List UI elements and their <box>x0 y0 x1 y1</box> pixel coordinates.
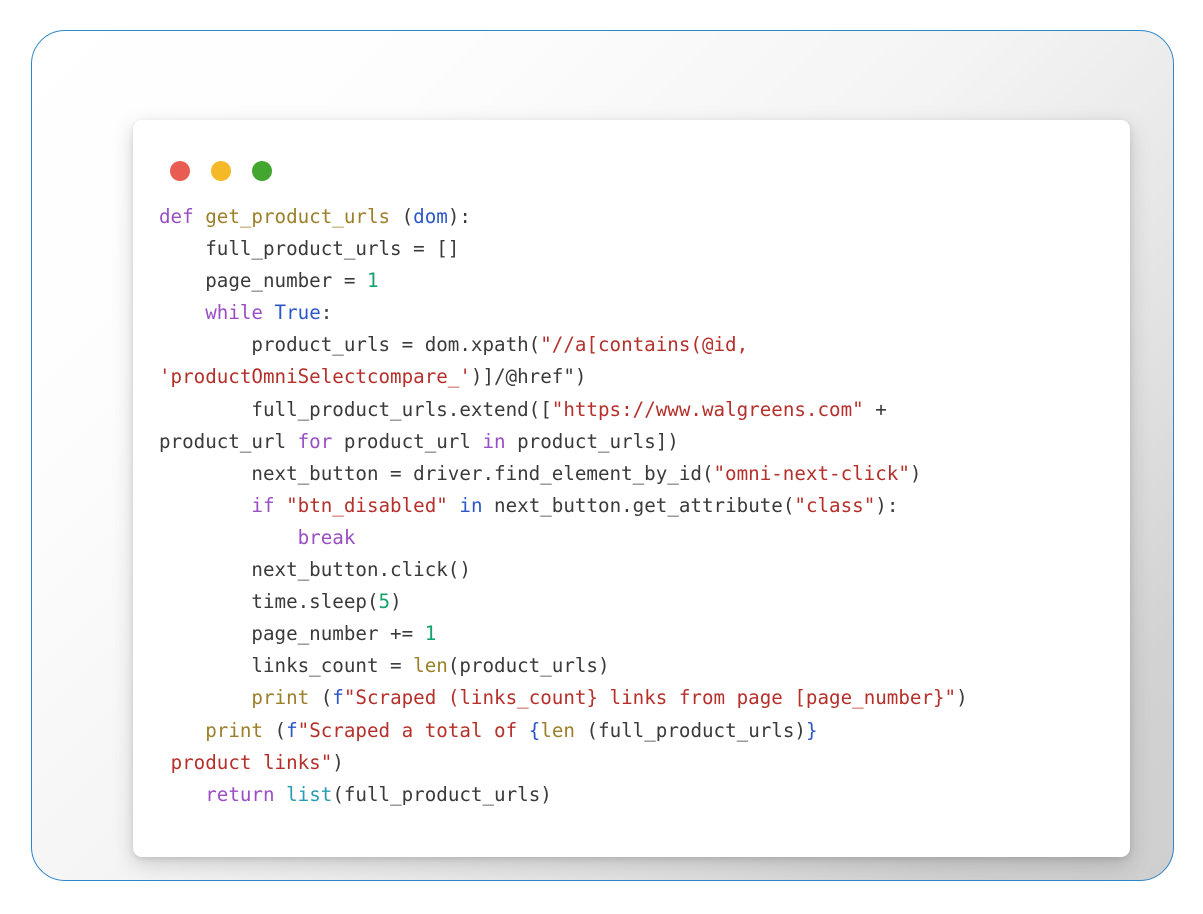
code-body: def get_product_urls (dom): full_product… <box>133 201 1130 811</box>
outer-frame: def get_product_urls (dom): full_product… <box>31 30 1174 881</box>
code-token: ( <box>309 686 333 710</box>
code-token: next_button.click() <box>159 558 471 582</box>
code-token: get_product_urls <box>205 205 391 228</box>
code-token: while <box>205 301 263 325</box>
code-token: "Scraped a total of <box>297 718 529 742</box>
code-token: product_url <box>332 429 483 453</box>
code-token: : <box>320 301 333 325</box>
code-token: "class" <box>794 493 876 517</box>
code-token: f <box>286 718 298 742</box>
code-token: in <box>482 429 506 453</box>
code-token: } <box>805 718 818 742</box>
code-token: True <box>274 301 321 325</box>
code-token: "//a[contains(@id, <box>540 333 749 357</box>
code-token: def <box>159 205 194 228</box>
code-token: product links" <box>159 750 333 774</box>
code-token: full_product_urls.extend([ <box>159 397 552 421</box>
code-token: + <box>863 397 887 421</box>
screenshot-stage: def get_product_urls (dom): full_product… <box>0 0 1203 914</box>
code-token: list <box>286 782 333 806</box>
code-token: in <box>459 493 483 517</box>
code-block[interactable]: def get_product_urls (dom): full_product… <box>159 201 1120 811</box>
code-token: print <box>205 718 263 742</box>
code-token: "btn_disabled" <box>286 493 448 517</box>
code-token: full_product_urls = [] <box>159 237 460 261</box>
code-token: len <box>540 718 575 742</box>
code-token: )]/@href") <box>470 365 587 389</box>
minimize-dot[interactable] <box>211 161 231 181</box>
code-token: 'productOmniSelectcompare_' <box>159 365 471 389</box>
code-token: for <box>297 429 333 453</box>
code-token: ( <box>390 205 414 228</box>
code-token: ): <box>875 493 899 517</box>
code-token: (full_product_urls) <box>332 782 552 806</box>
code-token: ) <box>332 750 344 774</box>
maximize-dot[interactable] <box>252 161 272 181</box>
code-token: { <box>528 718 541 742</box>
code-token: return <box>205 782 275 806</box>
code-token: dom <box>413 205 448 228</box>
code-token: ) <box>956 686 968 710</box>
code-token: print <box>251 686 310 710</box>
code-token: links_count = <box>159 654 414 678</box>
code-token: (product_urls) <box>447 654 610 678</box>
code-token: 1 <box>424 622 437 646</box>
code-token: ) <box>390 590 402 614</box>
code-window-card: def get_product_urls (dom): full_product… <box>133 120 1130 857</box>
code-token: next_button.get_attribute( <box>482 493 795 517</box>
code-token: 5 <box>378 590 391 614</box>
code-token: 1 <box>366 269 379 293</box>
code-token: product_urls]) <box>505 429 679 453</box>
code-token: next_button = driver.find_element_by_id( <box>159 461 714 485</box>
code-token: (full_product_urls) <box>574 718 806 742</box>
code-token: page_number += <box>159 622 425 646</box>
code-token: "https://www.walgreens.com" <box>551 397 864 421</box>
code-token: break <box>297 525 356 549</box>
code-token: product_urls = dom.xpath( <box>159 333 541 357</box>
code-token: time.sleep( <box>159 590 379 614</box>
code-token: product_url <box>159 429 298 453</box>
code-token: ( <box>262 718 287 742</box>
code-token: ) <box>909 461 922 485</box>
window-controls <box>170 161 272 181</box>
code-token: ): <box>447 205 471 228</box>
code-token: f <box>332 686 344 710</box>
code-token: page_number = <box>159 269 367 293</box>
code-token: "omni-next-click" <box>713 461 910 485</box>
close-dot[interactable] <box>170 161 190 181</box>
code-token: len <box>413 654 448 678</box>
code-token: if <box>251 493 275 517</box>
code-token: "Scraped (links_count} links from page [… <box>343 686 957 710</box>
